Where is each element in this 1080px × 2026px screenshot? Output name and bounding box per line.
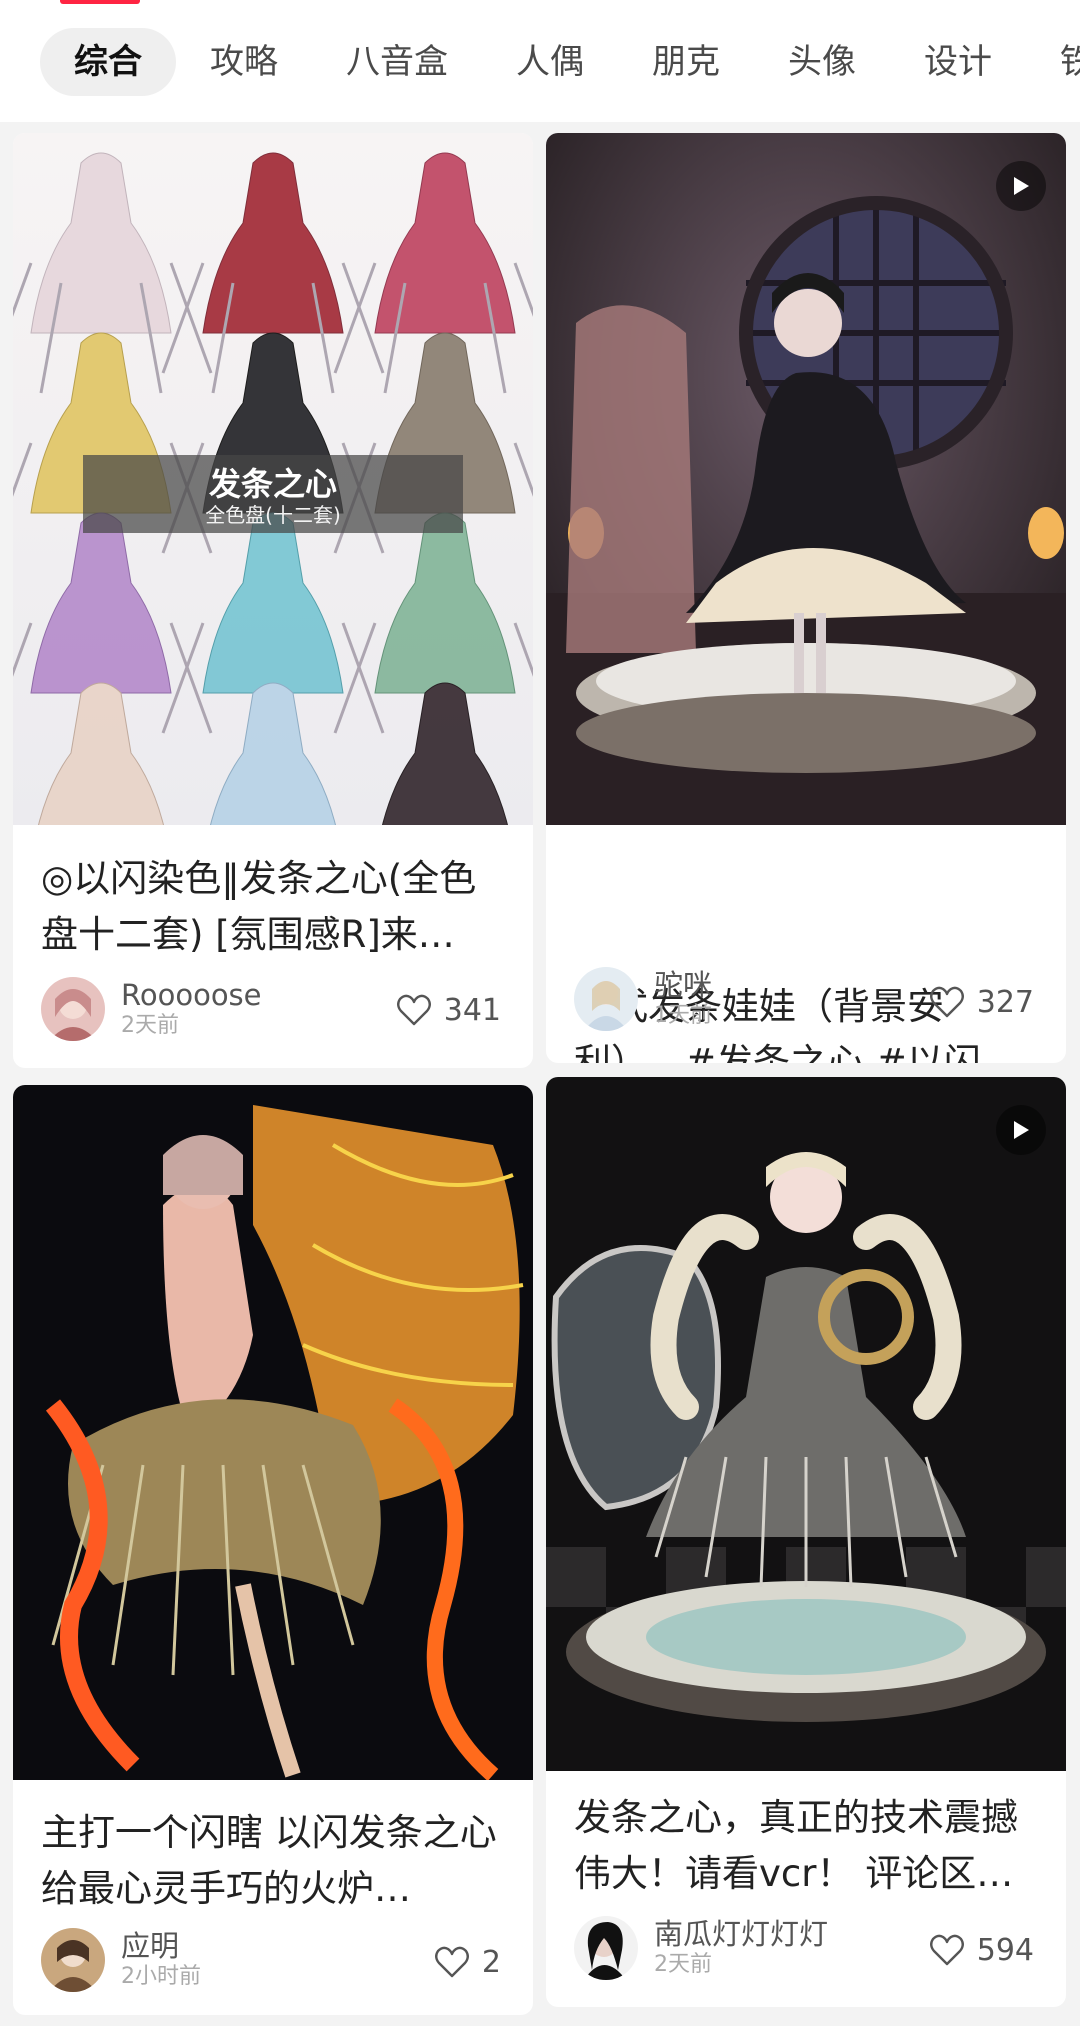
tab-avatar[interactable]: 头像 [754, 28, 890, 96]
post-cover-image[interactable] [13, 1085, 533, 1780]
avatar[interactable] [574, 1916, 638, 1980]
tab-comprehensive[interactable]: 综合 [40, 28, 176, 96]
author-info[interactable]: Rooooose 2天前 [41, 976, 262, 1042]
author-info[interactable]: 南瓜灯灯灯灯 2天前 [574, 1915, 828, 1981]
heart-icon [929, 986, 964, 1018]
like-count: 2 [481, 1944, 501, 1980]
post-card[interactable]: 发条之心，真正的技术震撼伟大！请看vcr！ 评论区… 南瓜灯灯灯灯 2天前 59… [546, 1077, 1066, 2007]
post-time: 2天前 [654, 1952, 712, 1977]
heart-icon [396, 994, 431, 1026]
like-count: 594 [976, 1932, 1034, 1968]
tab-design[interactable]: 设计 [890, 28, 1026, 96]
avatar[interactable] [574, 967, 638, 1031]
tab-music-box[interactable]: 八音盒 [312, 28, 482, 96]
heart-icon [929, 1934, 964, 1966]
post-time: 2小时前 [121, 1964, 201, 1989]
author-name: 应明 [121, 1929, 180, 1963]
post-card[interactable]: 中式发条娃娃（背景安利）…#发条之心 #以闪… 驼咪 1天前 327 [546, 133, 1066, 1063]
like-count: 341 [443, 992, 501, 1028]
post-title[interactable]: ◎以闪染色‖发条之心(全色盘十二套) [氛围感R]来… [41, 851, 509, 963]
post-card[interactable]: 发条之心 全色盘(十二套) ◎以闪染色‖发条之心(全色盘十二套) [氛围感R]来… [13, 133, 533, 1068]
tab-doll[interactable]: 人偶 [482, 28, 618, 96]
like-button[interactable]: 594 [929, 1928, 1034, 1972]
post-cover-image[interactable]: 发条之心 全色盘(十二套) [13, 133, 533, 825]
author-name: 驼咪 [654, 968, 713, 1002]
like-button[interactable]: 341 [396, 988, 501, 1032]
avatar[interactable] [41, 977, 105, 1041]
post-title[interactable]: 主打一个闪瞎 以闪发条之心 给最心灵手巧的火炉… [41, 1805, 509, 1917]
video-play-icon [996, 1105, 1046, 1155]
category-tabs: 综合 攻略 八音盒 人偶 朋克 头像 设计 铁 [40, 28, 1080, 96]
author-name: Rooooose [121, 978, 262, 1012]
like-button[interactable]: 2 [434, 1940, 501, 1984]
post-cover-image[interactable] [546, 1077, 1066, 1771]
overlay-subtitle: 全色盘(十二套) [205, 503, 341, 527]
post-time: 2天前 [121, 1013, 179, 1038]
heart-icon [434, 1946, 469, 1978]
author-info[interactable]: 驼咪 1天前 [574, 966, 712, 1032]
tab-guides[interactable]: 攻略 [176, 28, 312, 96]
post-time: 1天前 [654, 1003, 712, 1028]
video-play-icon [996, 161, 1046, 211]
avatar[interactable] [41, 1928, 105, 1992]
post-title[interactable]: 发条之心，真正的技术震撼伟大！请看vcr！ 评论区… [574, 1790, 1042, 1902]
tab-more[interactable]: 铁 [1026, 28, 1080, 96]
post-cover-image[interactable] [546, 133, 1066, 825]
cover-overlay-banner: 发条之心 全色盘(十二套) [83, 455, 463, 533]
like-button[interactable]: 327 [929, 980, 1034, 1024]
author-name: 南瓜灯灯灯灯 [654, 1917, 829, 1951]
author-info[interactable]: 应明 2小时前 [41, 1927, 201, 1993]
post-card[interactable]: 主打一个闪瞎 以闪发条之心 给最心灵手巧的火炉… 应明 2小时前 2 [13, 1085, 533, 2015]
like-count: 327 [976, 984, 1034, 1020]
top-bar: 综合 攻略 八音盒 人偶 朋克 头像 设计 铁 [0, 0, 1080, 122]
tab-punk[interactable]: 朋克 [618, 28, 754, 96]
top-indicator [60, 0, 140, 4]
